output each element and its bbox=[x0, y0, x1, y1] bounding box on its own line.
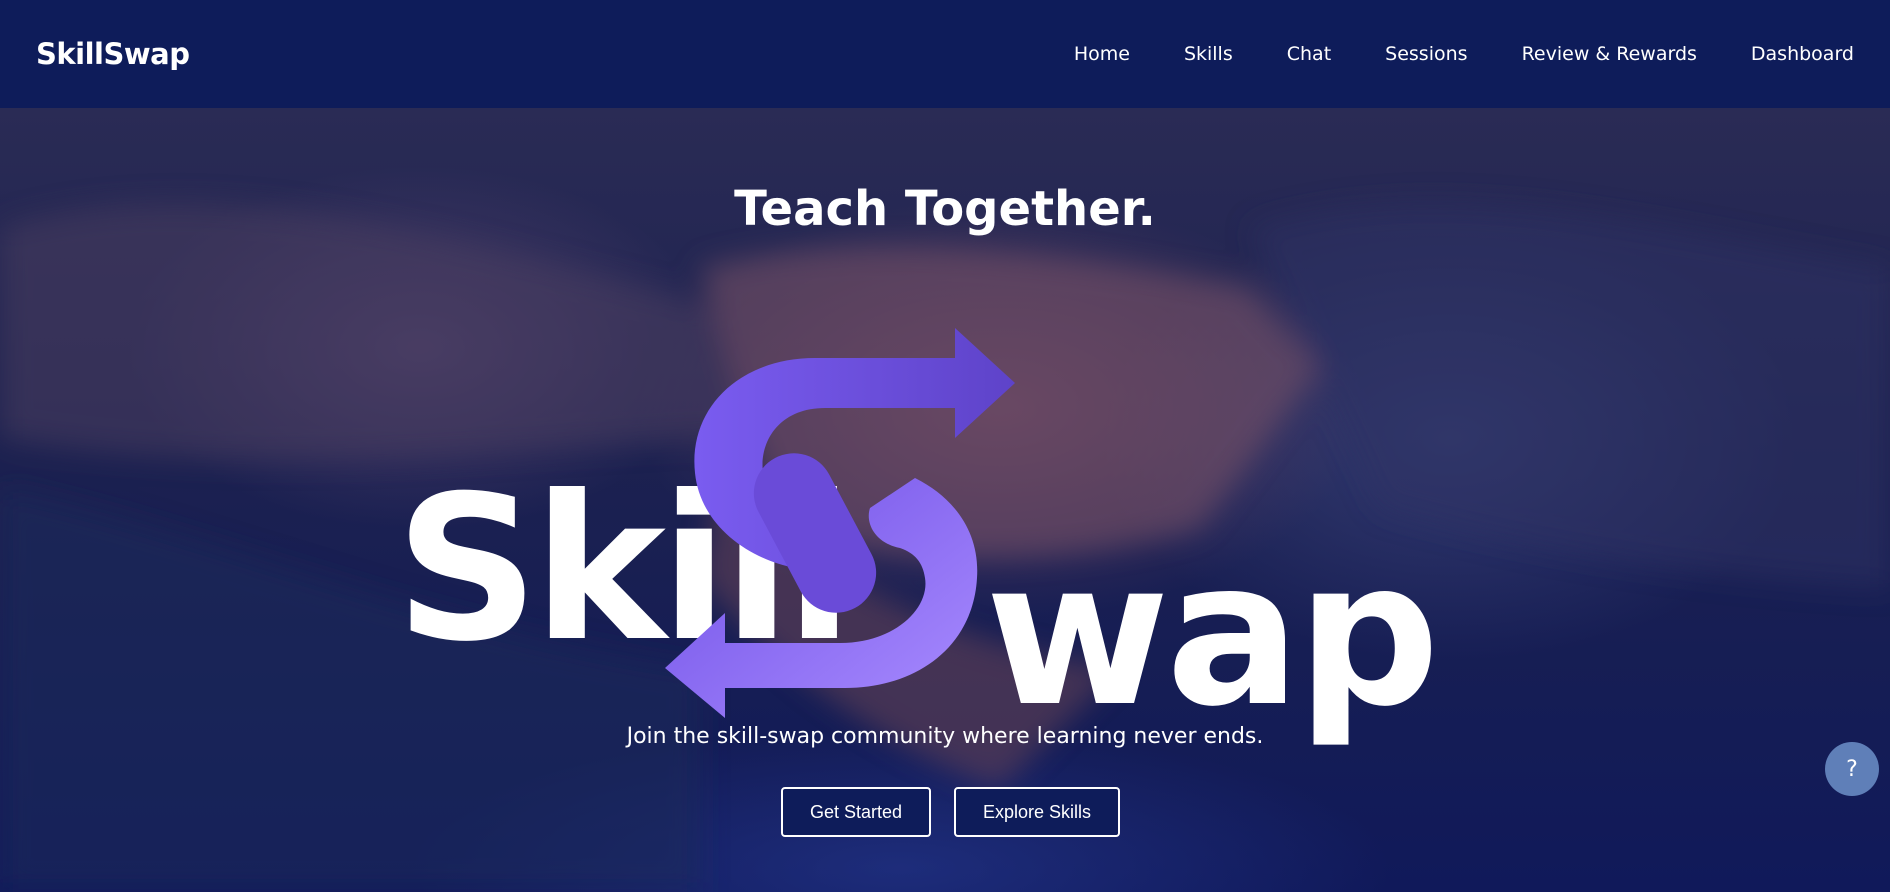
nav-link-sessions[interactable]: Sessions bbox=[1385, 43, 1467, 65]
skillswap-hero-logo: Skill wap bbox=[395, 328, 1440, 751]
logo-text-right: wap bbox=[985, 518, 1436, 751]
get-started-button[interactable]: Get Started bbox=[781, 787, 931, 837]
swap-arrows-icon bbox=[665, 328, 1015, 718]
hero-subtitle: Join the skill-swap community where lear… bbox=[626, 724, 1264, 749]
nav-links: Home Skills Chat Sessions Review & Rewar… bbox=[1074, 43, 1854, 65]
nav-link-home[interactable]: Home bbox=[1074, 43, 1130, 65]
explore-skills-button[interactable]: Explore Skills bbox=[954, 787, 1120, 837]
nav-link-review-rewards[interactable]: Review & Rewards bbox=[1522, 43, 1697, 65]
nav-link-dashboard[interactable]: Dashboard bbox=[1751, 43, 1854, 65]
brand-logo[interactable]: SkillSwap bbox=[36, 37, 190, 71]
nav-link-chat[interactable]: Chat bbox=[1287, 43, 1331, 65]
navbar: SkillSwap Home Skills Chat Sessions Revi… bbox=[0, 0, 1890, 108]
hero-title: Teach Together. bbox=[734, 181, 1156, 237]
help-button[interactable]: ? bbox=[1825, 742, 1879, 796]
hero-section: Teach Together. Skill wap Join the skill… bbox=[0, 108, 1890, 892]
nav-link-skills[interactable]: Skills bbox=[1184, 43, 1233, 65]
